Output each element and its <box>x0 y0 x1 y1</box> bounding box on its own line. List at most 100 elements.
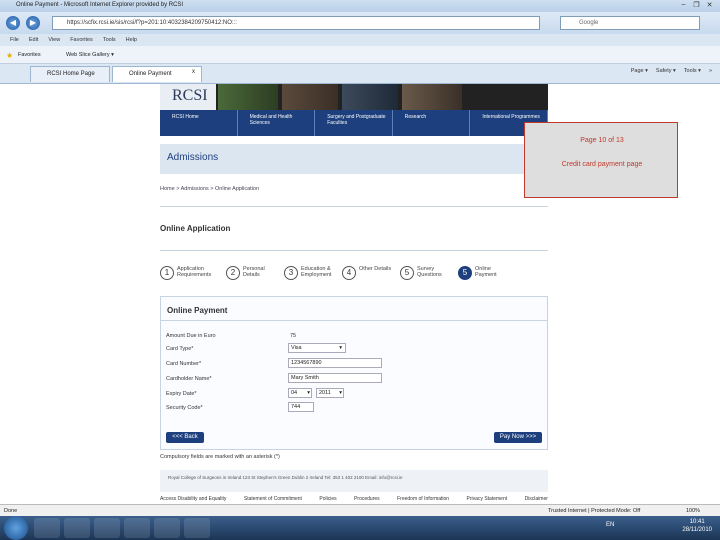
nav-surgery-postgrad[interactable]: Surgery and Postgraduate Faculties <box>315 110 393 136</box>
clock-date: 28/11/2010 <box>682 527 712 533</box>
status-bar: Done Trusted Internet | Protected Mode: … <box>0 504 720 516</box>
window-title: Online Payment - Microsoft Internet Expl… <box>16 2 184 8</box>
section-title: Admissions <box>167 152 219 163</box>
rcsi-logo[interactable]: RCSI <box>172 87 208 105</box>
divider <box>160 320 548 321</box>
menu-help[interactable]: Help <box>126 37 137 43</box>
chevron-down-icon: ▾ <box>339 390 342 396</box>
banner-photo <box>342 84 398 110</box>
card-type-select[interactable]: Visa ▾ <box>288 343 346 353</box>
footer-link[interactable]: Freedom of Information <box>397 496 449 502</box>
page-title: Online Application <box>160 224 231 233</box>
start-button-icon[interactable] <box>4 516 28 540</box>
maximize-button[interactable]: ❐ <box>692 1 701 9</box>
card-type-label: Card Type* <box>166 346 194 352</box>
status-text: Done <box>4 508 18 514</box>
zoom-level[interactable]: 100% <box>686 508 700 514</box>
breadcrumb[interactable]: Home > Admissions > Online Application <box>160 186 259 192</box>
step-number: 2 <box>226 266 240 280</box>
folder-icon[interactable] <box>124 518 150 538</box>
address-bar[interactable]: https://scfix.rcsi.ie/sis/rcsi/f?p=201:1… <box>52 16 540 30</box>
card-number-label: Card Number* <box>166 361 202 367</box>
banner-photo <box>218 84 278 110</box>
powerpoint-icon[interactable] <box>184 518 210 538</box>
step-label: Personal Details <box>243 266 265 278</box>
footer-link[interactable]: Statement of Commitment <box>244 496 302 502</box>
slide-annotation: Page 10 of 13 Credit card payment page <box>524 122 678 198</box>
banner-photo <box>402 84 462 110</box>
step-label: Other Details <box>359 266 392 272</box>
expiry-label: Expiry Date* <box>166 391 197 397</box>
menu-favorites[interactable]: Favorites <box>70 37 93 43</box>
step-label: Online Payment <box>475 266 497 278</box>
site-nav: RCSI Home Medical and Health Sciences Su… <box>160 110 548 136</box>
menu-tools[interactable]: Tools <box>103 37 116 43</box>
expiry-year-select[interactable]: 2011 ▾ <box>316 388 344 398</box>
java-icon[interactable] <box>154 518 180 538</box>
internet-explorer-icon[interactable] <box>34 518 60 538</box>
language-indicator[interactable]: EN <box>606 522 614 528</box>
search-input[interactable]: Google <box>560 16 700 30</box>
menu-file[interactable]: File <box>10 37 19 43</box>
web-slice-gallery-link[interactable]: Web Slice Gallery ▾ <box>66 52 114 58</box>
compulsory-note: Compulsory fields are marked with an ast… <box>160 454 280 460</box>
footer-links: Access Disability and Equality Statement… <box>160 496 548 502</box>
footer-link[interactable]: Access Disability and Equality <box>160 496 226 502</box>
step-number: 4 <box>342 266 356 280</box>
nav-rcsi-home[interactable]: RCSI Home <box>160 110 238 136</box>
tools-menu[interactable]: Tools ▾ <box>684 68 701 74</box>
menu-edit[interactable]: Edit <box>29 37 38 43</box>
divider <box>160 206 548 207</box>
close-button[interactable]: ✕ <box>705 1 714 9</box>
more-commands[interactable]: » <box>709 68 712 74</box>
chevron-down-icon: ▾ <box>307 390 310 396</box>
footer-link[interactable]: Policies <box>319 496 336 502</box>
media-icon[interactable] <box>94 518 120 538</box>
tab-online-payment[interactable]: Online Payment <box>112 66 202 82</box>
cardholder-label: Cardholder Name* <box>166 376 212 382</box>
amount-label: Amount Due in Euro <box>166 333 216 339</box>
security-code-field[interactable]: 744 <box>288 402 314 412</box>
step-number: 1 <box>160 266 174 280</box>
media-player-icon[interactable] <box>64 518 90 538</box>
pay-now-button[interactable]: Pay Now >>> <box>494 432 542 443</box>
annotation-page-count: Page 10 of 13 <box>580 137 624 144</box>
step-number: 3 <box>284 266 298 280</box>
card-number-field[interactable]: 1234567890 <box>288 358 382 368</box>
security-code-label: Security Code* <box>166 405 203 411</box>
page-menu[interactable]: Page ▾ <box>631 68 648 74</box>
step-label: Application Requirements <box>177 266 212 278</box>
tab-rcsi-home[interactable]: RCSI Home Page <box>30 66 110 82</box>
expiry-month-select[interactable]: 04 ▾ <box>288 388 312 398</box>
expiry-year-value: 2011 <box>319 390 331 396</box>
step-number: 5 <box>400 266 414 280</box>
step-2: 2 Personal Details <box>226 266 279 280</box>
step-label: Education & Employment <box>301 266 332 278</box>
favorites-label[interactable]: Favorites <box>18 52 41 58</box>
safety-menu[interactable]: Safety ▾ <box>656 68 676 74</box>
footer-link[interactable]: Privacy Statement <box>467 496 508 502</box>
footer-link[interactable]: Procedures <box>354 496 380 502</box>
favorites-star-icon[interactable]: ★ <box>6 51 13 60</box>
step-4: 4 Other Details <box>342 266 395 280</box>
minimize-button[interactable]: – <box>679 1 688 9</box>
payment-title: Online Payment <box>167 306 228 315</box>
menu-view[interactable]: View <box>48 37 60 43</box>
footer-link[interactable]: Disclaimer <box>525 496 548 502</box>
expiry-month-value: 04 <box>291 390 298 396</box>
nav-research[interactable]: Research <box>393 110 471 136</box>
cardholder-field[interactable]: Mary Smith <box>288 373 382 383</box>
clock-time: 10:41 <box>689 519 705 525</box>
amount-value: 75 <box>290 333 297 339</box>
tab-close-icon[interactable]: x <box>192 69 195 75</box>
forward-nav-button[interactable]: ▶ <box>26 16 40 30</box>
back-button[interactable]: <<< Back <box>166 432 204 443</box>
back-nav-button[interactable]: ◀ <box>6 16 20 30</box>
step-3: 3 Education & Employment <box>284 266 337 280</box>
chevron-down-icon: ▾ <box>339 345 342 351</box>
divider <box>160 250 548 251</box>
window-titlebar: Online Payment - Microsoft Internet Expl… <box>0 0 720 12</box>
nav-medical-health[interactable]: Medical and Health Sciences <box>238 110 316 136</box>
section-header <box>160 144 548 174</box>
system-clock[interactable]: 10:41 28/11/2010 <box>682 518 712 534</box>
